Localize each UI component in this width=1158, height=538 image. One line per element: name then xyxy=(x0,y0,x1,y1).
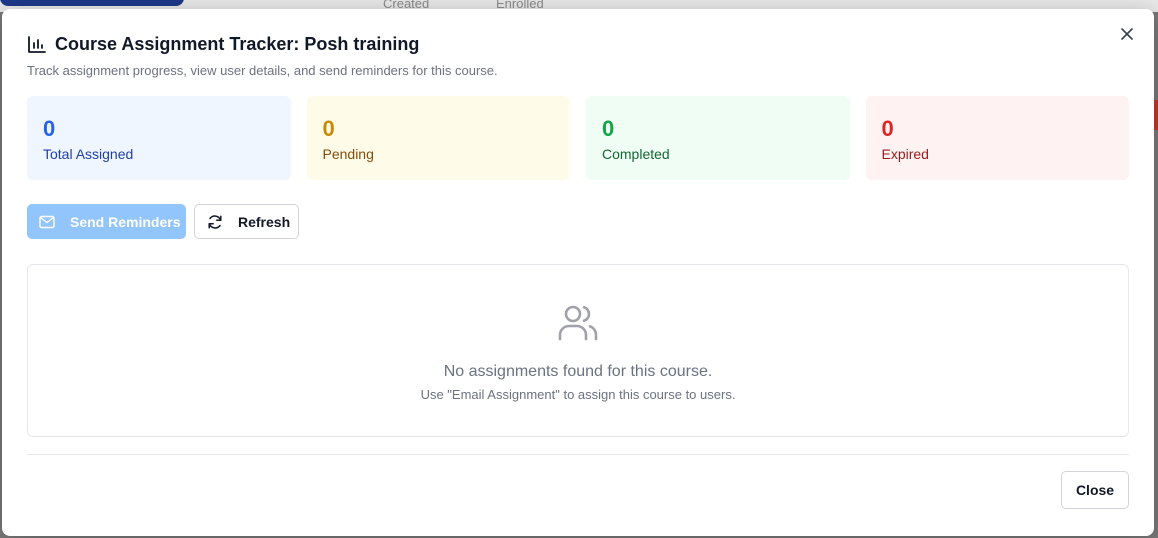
stat-value: 0 xyxy=(322,116,335,141)
stat-value: 0 xyxy=(881,116,894,141)
stat-label: Pending xyxy=(322,146,374,162)
stat-card-total-assigned: 0 Total Assigned xyxy=(27,96,291,180)
stats-row: 0 Total Assigned 0 Pending 0 Completed 0… xyxy=(27,96,1129,180)
stat-value: 0 xyxy=(602,116,615,141)
mail-icon xyxy=(39,215,55,229)
stat-label: Expired xyxy=(881,146,929,162)
stat-label: Completed xyxy=(602,146,670,162)
send-reminders-button[interactable]: Send Reminders xyxy=(27,204,186,239)
refresh-button[interactable]: Refresh xyxy=(194,204,299,239)
assignment-tracker-dialog: Course Assignment Tracker: Posh training… xyxy=(2,9,1154,536)
close-button[interactable]: Close xyxy=(1061,471,1129,509)
refresh-label: Refresh xyxy=(238,213,291,230)
users-icon xyxy=(554,299,602,347)
stat-label: Total Assigned xyxy=(43,146,134,162)
dialog-header: Course Assignment Tracker: Posh training xyxy=(27,34,419,55)
send-reminders-label: Send Reminders xyxy=(70,213,181,230)
action-bar: Send Reminders Refresh xyxy=(27,204,299,239)
footer-divider xyxy=(27,454,1129,455)
stat-card-pending: 0 Pending xyxy=(306,96,570,180)
dialog-title: Course Assignment Tracker: Posh training xyxy=(55,34,420,54)
refresh-icon xyxy=(207,214,223,230)
close-icon[interactable] xyxy=(1118,25,1136,43)
bar-chart-icon xyxy=(27,35,47,55)
empty-message: No assignments found for this course. xyxy=(443,363,713,380)
stat-card-completed: 0 Completed xyxy=(586,96,850,180)
empty-hint: Use "Email Assignment" to assign this co… xyxy=(420,387,736,402)
dialog-subtitle: Track assignment progress, view user det… xyxy=(27,63,498,78)
stat-card-expired: 0 Expired xyxy=(865,96,1129,180)
stat-value: 0 xyxy=(43,116,56,141)
background-nav-pill xyxy=(0,0,184,6)
empty-state: No assignments found for this course. Us… xyxy=(27,264,1129,437)
